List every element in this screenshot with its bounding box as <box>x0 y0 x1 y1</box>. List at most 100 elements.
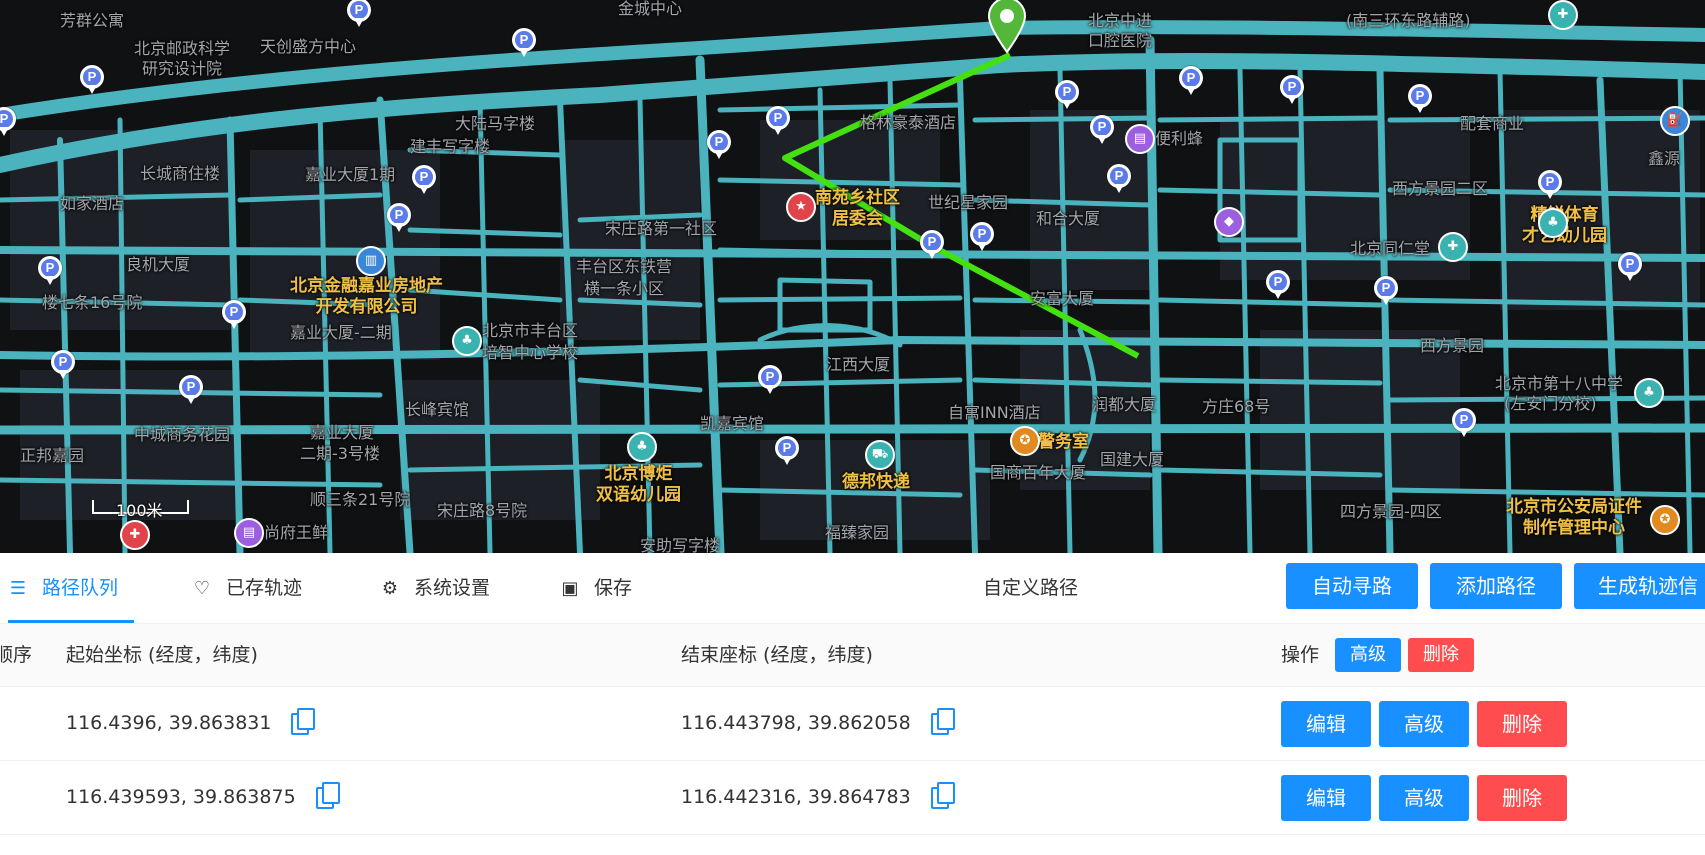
copy-icon[interactable] <box>930 781 955 809</box>
map-label: 福臻家园 <box>825 523 890 542</box>
map-label: 自寓INN酒店 <box>948 403 1041 422</box>
police-icon[interactable]: ✪ <box>1010 426 1040 456</box>
map-label: 安助写字楼 <box>640 536 721 554</box>
parking-icon[interactable]: P <box>1618 252 1642 282</box>
school-icon[interactable]: ♣ <box>627 432 657 462</box>
batch-delete-button[interactable]: 删除 <box>1408 638 1474 672</box>
school-icon[interactable]: ♣ <box>1634 378 1664 408</box>
advanced-button[interactable]: 高级 <box>1379 775 1469 821</box>
copy-icon[interactable] <box>930 707 955 735</box>
parking-icon[interactable]: P <box>920 230 944 260</box>
edit-button[interactable]: 编辑 <box>1281 701 1371 747</box>
delete-button[interactable]: 删除 <box>1477 775 1567 821</box>
parking-icon[interactable]: P <box>766 106 790 136</box>
parking-icon[interactable]: P <box>970 222 994 252</box>
parking-icon[interactable]: P <box>347 0 371 28</box>
poi-label: 北京市公安局证件 制作管理中心 <box>1506 497 1642 538</box>
poi-label: 南苑乡社区 居委会 <box>815 188 900 229</box>
end-coord: 116.443798, 39.862058 <box>681 712 911 734</box>
fuel-icon[interactable]: ⛽ <box>1660 106 1690 136</box>
poi-label: 北京金融嘉业房地产 开发有限公司 <box>290 276 443 317</box>
start-coord: 116.4396, 39.863831 <box>66 712 272 734</box>
map-label: 二期-3号楼 <box>300 444 380 463</box>
end-coord: 116.442316, 39.864783 <box>681 786 911 808</box>
parking-icon[interactable]: P <box>179 375 203 405</box>
auto-route-button[interactable]: 自动寻路 <box>1286 563 1418 609</box>
map-label: 北京邮政科学 <box>134 39 231 58</box>
parking-icon[interactable]: P <box>1090 115 1114 145</box>
heart-icon: ♡ <box>193 578 211 599</box>
tab-label: 路径队列 <box>42 577 119 599</box>
hospital-icon[interactable]: ✚ <box>120 520 150 550</box>
parking-icon[interactable]: P <box>0 107 16 137</box>
map-label: 天创盛方中心 <box>260 37 357 56</box>
copy-icon[interactable] <box>315 781 340 809</box>
list-icon: ☰ <box>9 578 27 599</box>
save-icon: ▣ <box>561 578 579 599</box>
map-label: 宋庄路第一社区 <box>605 219 718 238</box>
edit-button[interactable]: 编辑 <box>1281 775 1371 821</box>
map-label: 凯嘉宾馆 <box>700 414 765 433</box>
pharmacy-icon[interactable]: ✚ <box>1438 232 1468 262</box>
police-icon[interactable]: ✪ <box>1650 505 1680 535</box>
poi-label: 德邦快递 <box>842 472 910 492</box>
tab-path-queue[interactable]: ☰ 路径队列 <box>8 553 118 623</box>
school-icon[interactable]: ♣ <box>452 326 482 356</box>
parking-icon[interactable]: P <box>1538 170 1562 200</box>
map-label: 金城中心 <box>618 0 683 18</box>
generate-track-button[interactable]: 生成轨迹信 <box>1574 563 1705 609</box>
parking-icon[interactable]: P <box>1408 84 1432 114</box>
add-path-button[interactable]: 添加路径 <box>1430 563 1562 609</box>
column-header-ops: 操作 <box>1281 644 1320 666</box>
community-icon[interactable]: ★ <box>786 192 816 222</box>
parking-icon[interactable]: P <box>1107 164 1131 194</box>
end-coord-cell: 116.442316, 39.864783 <box>681 761 955 834</box>
map-view[interactable]: 芳群公寓 北京邮政科学 研究设计院 天创盛方中心 金城中心 北京中进 口腔医院 … <box>0 0 1705 553</box>
parking-icon[interactable]: P <box>80 65 104 95</box>
panel-title: 自定义路径 <box>983 577 1079 599</box>
toolbar: ☰ 路径队列 ♡ 已存轨迹 ⚙ 系统设置 ▣ 保存 自定义路径 自动寻路 添加路径 生成… <box>0 553 1705 624</box>
pharmacy-icon[interactable]: ✚ <box>1548 0 1578 30</box>
parking-icon[interactable]: P <box>1374 276 1398 306</box>
shop-icon[interactable]: ▤ <box>234 518 264 548</box>
map-label: 长峰宾馆 <box>405 400 470 419</box>
parking-icon[interactable]: P <box>775 436 799 466</box>
tab-label: 保存 <box>594 577 633 599</box>
express-icon[interactable]: ⛟ <box>865 440 895 470</box>
tab-saved-tracks[interactable]: ♡ 已存轨迹 <box>192 553 302 623</box>
parking-icon[interactable]: P <box>51 350 75 380</box>
shop-icon[interactable]: ◆ <box>1214 207 1244 237</box>
parking-icon[interactable]: P <box>1055 80 1079 110</box>
poi-label: 警务室 <box>1038 432 1089 452</box>
map-label: 江西大厦 <box>826 355 891 374</box>
parking-icon[interactable]: P <box>38 256 62 286</box>
shop-icon[interactable]: ▤ <box>1125 124 1155 154</box>
parking-icon[interactable]: P <box>1280 75 1304 105</box>
parking-icon[interactable]: P <box>412 165 436 195</box>
map-label: 嘉业大厦1期 <box>305 165 396 184</box>
building-icon[interactable]: ▥ <box>356 246 386 276</box>
parking-icon[interactable]: P <box>707 130 731 160</box>
route-start-marker[interactable] <box>987 0 1027 55</box>
tab-label: 已存轨迹 <box>226 577 303 599</box>
parking-icon[interactable]: P <box>387 203 411 233</box>
parking-icon[interactable]: P <box>1266 270 1290 300</box>
tab-system-settings[interactable]: ⚙ 系统设置 <box>380 553 490 623</box>
map-label: 安富大厦 <box>1030 289 1095 308</box>
school-icon[interactable]: ♣ <box>1538 208 1568 238</box>
delete-button[interactable]: 删除 <box>1477 701 1567 747</box>
parking-icon[interactable]: P <box>1179 66 1203 96</box>
road-network <box>0 20 1705 553</box>
parking-icon[interactable]: P <box>512 28 536 58</box>
start-coord: 116.439593, 39.863875 <box>66 786 296 808</box>
column-header-end: 结束座标 (经度，纬度) <box>681 644 873 666</box>
tab-save[interactable]: ▣ 保存 <box>560 553 632 623</box>
batch-advanced-button[interactable]: 高级 <box>1335 638 1401 672</box>
copy-icon[interactable] <box>291 707 316 735</box>
advanced-button[interactable]: 高级 <box>1379 701 1469 747</box>
map-label: 西方景园 <box>1420 336 1485 355</box>
parking-icon[interactable]: P <box>222 300 246 330</box>
map-label: (左安门分校) <box>1504 394 1597 413</box>
parking-icon[interactable]: P <box>1452 408 1476 438</box>
parking-icon[interactable]: P <box>758 365 782 395</box>
